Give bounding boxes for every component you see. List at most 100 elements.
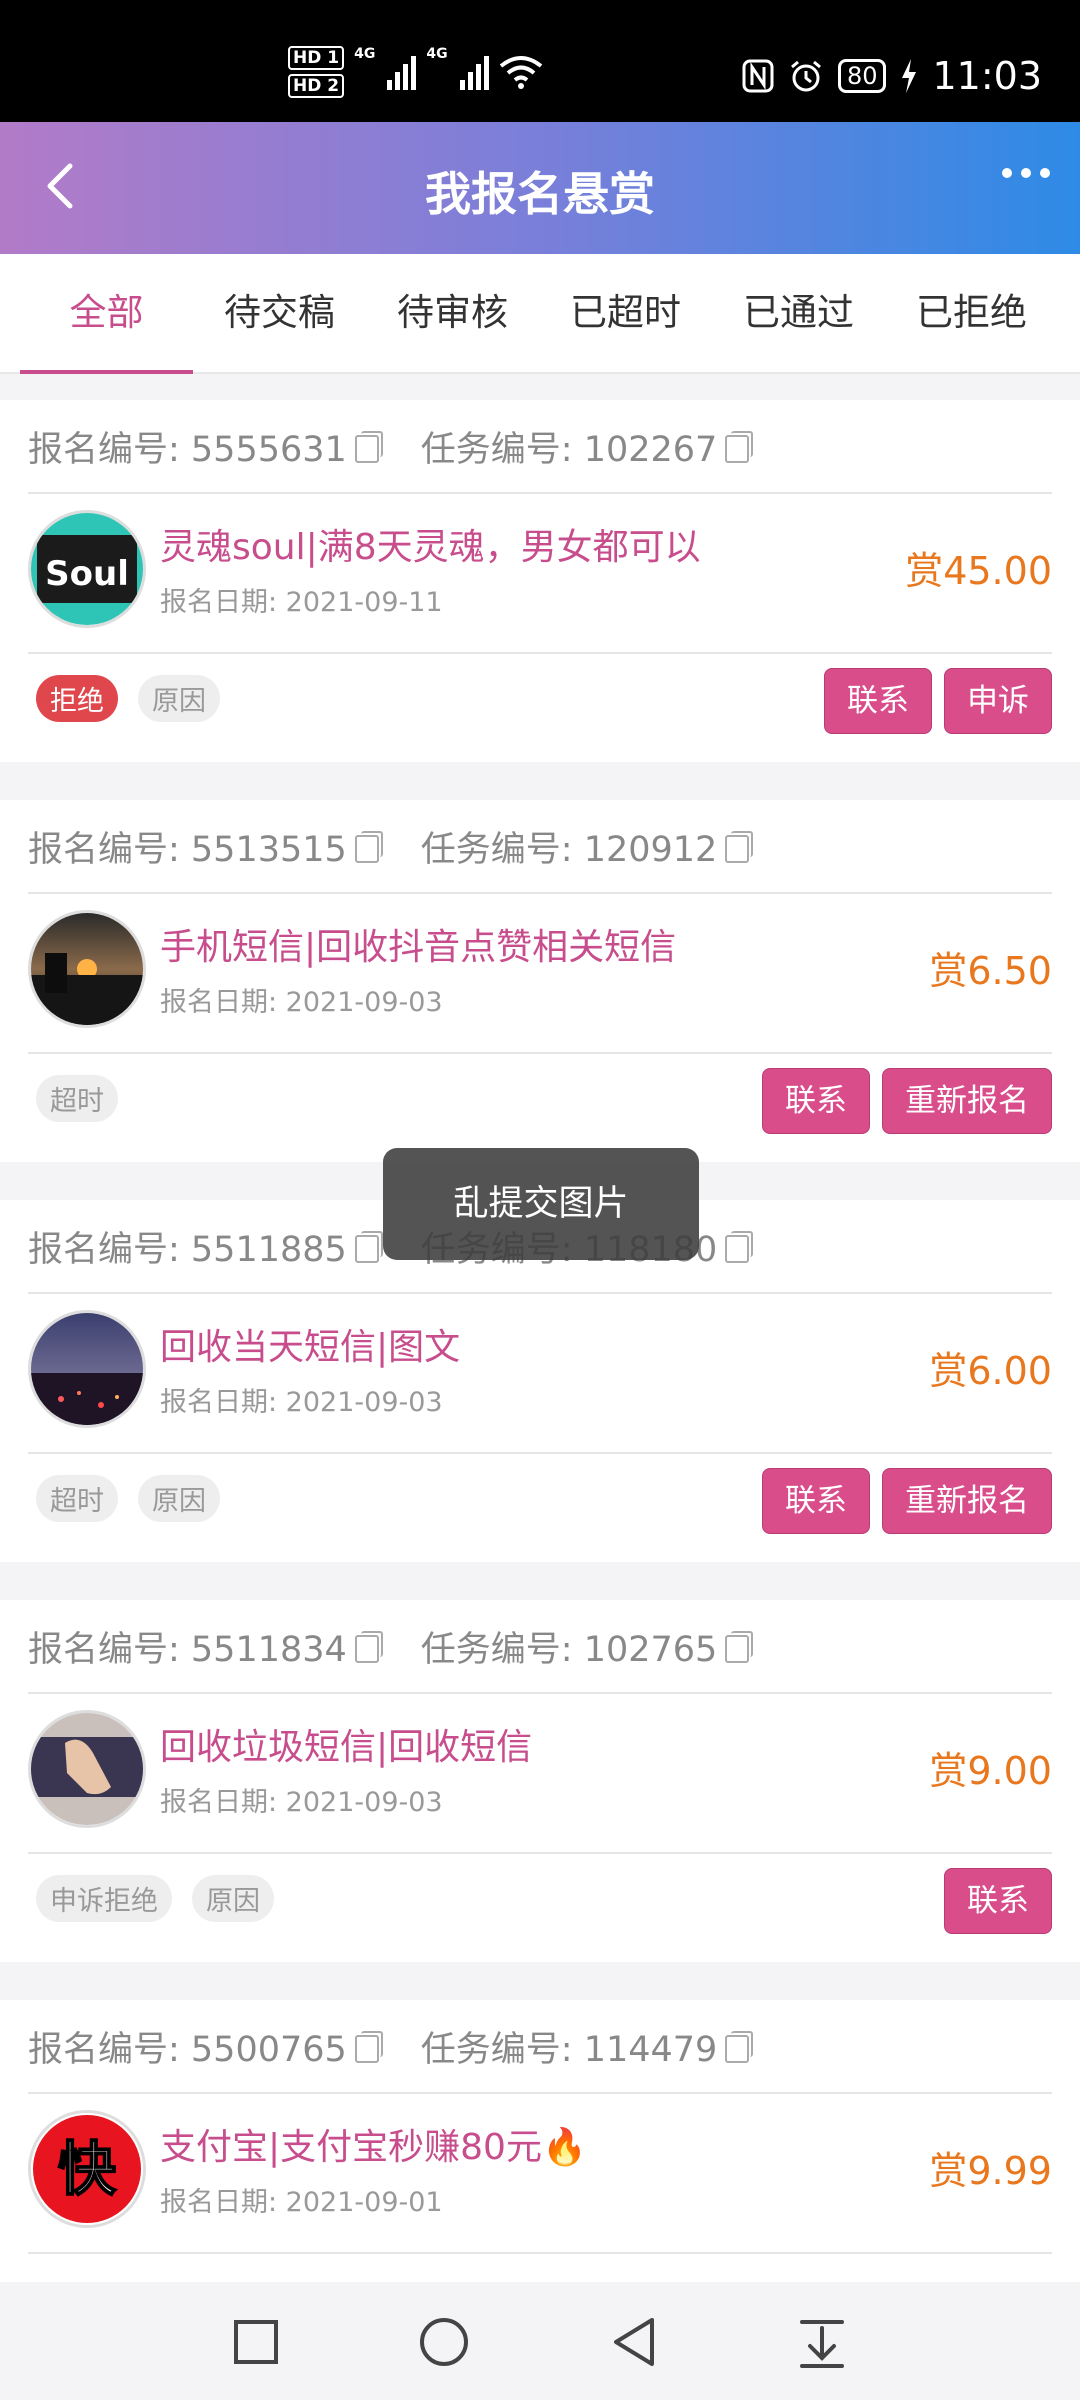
signup-number: 报名编号: 5511885 [28, 1229, 347, 1270]
status-tabs: 全部 待交稿 待审核 已超时 已通过 已拒绝 [0, 254, 1080, 374]
reward-amount: 赏9.99 [929, 2149, 1052, 2193]
signup-date: 报名日期: 2021-09-01 [160, 2187, 443, 2218]
copy-icon[interactable] [725, 831, 754, 863]
task-number: 任务编号: 114479 [420, 2029, 718, 2070]
divider [28, 892, 1052, 894]
reward-amount: 赏6.00 [929, 1349, 1052, 1393]
system-nav-bar [0, 2282, 1080, 2400]
tab-approved[interactable]: 已通过 [712, 254, 885, 372]
action-buttons: 联系 [944, 1868, 1052, 1934]
wifi-icon [499, 56, 542, 89]
night-city-photo-icon [31, 1313, 143, 1425]
tab-timeout[interactable]: 已超时 [539, 254, 712, 372]
task-number: 任务编号: 120912 [420, 829, 718, 870]
divider [28, 2252, 1052, 2254]
divider [28, 1052, 1052, 1054]
divider [28, 1452, 1052, 1454]
status-right: 80 11:03 [742, 54, 1042, 98]
notification-pull-down-icon[interactable] [792, 2312, 852, 2372]
signal-icon [387, 54, 417, 90]
copy-icon[interactable] [354, 1231, 383, 1263]
tab-pending-submit[interactable]: 待交稿 [193, 254, 366, 372]
tab-pending-review[interactable]: 待审核 [366, 254, 539, 372]
action-buttons: 联系 重新报名 [762, 1468, 1052, 1534]
tab-all[interactable]: 全部 [20, 254, 193, 374]
toast-message: 乱提交图片 [383, 1148, 699, 1260]
alarm-icon [790, 60, 821, 92]
status-badge: 超时 [36, 1475, 118, 1522]
task-title[interactable]: 灵魂soul|满8天灵魂，男女都可以 [160, 518, 701, 570]
signup-date: 报名日期: 2021-09-11 [160, 587, 443, 618]
divider [28, 652, 1052, 654]
task-card[interactable]: 报名编号: 5513515 任务编号: 120912 手机短信|回收抖音点赞相关… [0, 800, 1080, 1162]
back-icon[interactable] [604, 2312, 664, 2372]
network-type-1: 4G [354, 46, 376, 62]
recent-apps-icon[interactable] [226, 2312, 286, 2372]
network-type-2: 4G [426, 46, 448, 62]
copy-icon[interactable] [354, 1631, 383, 1663]
contact-button[interactable]: 联系 [762, 1468, 870, 1534]
id-row: 报名编号: 5511834 任务编号: 102765 [28, 1618, 754, 1674]
copy-icon[interactable] [354, 831, 383, 863]
copy-icon[interactable] [354, 431, 383, 463]
copy-icon[interactable] [725, 1231, 754, 1263]
id-row: 报名编号: 5555631 任务编号: 102267 [28, 418, 754, 474]
avatar: 快 [28, 2110, 146, 2228]
sunset-photo-icon [31, 913, 143, 1025]
home-icon[interactable] [414, 2312, 474, 2372]
divider [28, 492, 1052, 494]
copy-icon[interactable] [354, 2031, 383, 2063]
signup-number: 报名编号: 5511834 [28, 1629, 347, 1670]
contact-button[interactable]: 联系 [824, 668, 932, 734]
hd2-badge: HD 2 [288, 74, 345, 98]
avatar [28, 1710, 146, 1828]
tab-rejected[interactable]: 已拒绝 [885, 254, 1058, 372]
reason-tag[interactable]: 原因 [138, 1475, 220, 1522]
status-badge: 超时 [36, 1075, 118, 1122]
task-title[interactable]: 回收垃圾短信|回收短信 [160, 1718, 532, 1770]
contact-button[interactable]: 联系 [944, 1868, 1052, 1934]
resignup-button[interactable]: 重新报名 [882, 1068, 1052, 1134]
copy-icon[interactable] [725, 2031, 754, 2063]
copy-icon[interactable] [725, 1631, 754, 1663]
svg-text:快: 快 [58, 2135, 117, 2203]
reward-amount: 赏6.50 [929, 949, 1052, 993]
svg-text:Soul: Soul [45, 554, 129, 594]
resignup-button[interactable]: 重新报名 [882, 1468, 1052, 1534]
task-title[interactable]: 支付宝|支付宝秒赚80元🔥 [160, 2118, 587, 2170]
charging-icon [902, 59, 917, 93]
tag-row: 超时 [36, 1075, 118, 1122]
signup-date: 报名日期: 2021-09-03 [160, 987, 443, 1018]
signup-number: 报名编号: 5500765 [28, 2029, 347, 2070]
task-title[interactable]: 回收当天短信|图文 [160, 1318, 460, 1370]
status-bar: HD 1 HD 2 4G 4G 80 11:03 [0, 0, 1080, 122]
divider [28, 1852, 1052, 1854]
tag-row: 超时 原因 [36, 1475, 220, 1522]
contact-button[interactable]: 联系 [762, 1068, 870, 1134]
reason-tag[interactable]: 原因 [138, 675, 220, 722]
tag-row: 申诉拒绝 原因 [36, 1875, 274, 1922]
task-card[interactable]: 报名编号: 5555631 任务编号: 102267 Soul 灵魂soul|满… [0, 400, 1080, 762]
signup-date: 报名日期: 2021-09-03 [160, 1787, 443, 1818]
avatar: Soul [28, 510, 146, 628]
divider [28, 2092, 1052, 2094]
task-title[interactable]: 手机短信|回收抖音点赞相关短信 [160, 918, 676, 970]
app-header: 我报名悬赏 [0, 122, 1080, 254]
hd1-badge: HD 1 [288, 46, 345, 70]
status-badge: 拒绝 [36, 675, 118, 722]
task-card[interactable]: 报名编号: 5511834 任务编号: 102765 回收垃圾短信|回收短信 报… [0, 1600, 1080, 1962]
reason-tag[interactable]: 原因 [192, 1875, 274, 1922]
task-number: 任务编号: 102267 [420, 429, 718, 470]
status-badge: 申诉拒绝 [36, 1875, 172, 1922]
id-row: 报名编号: 5513515 任务编号: 120912 [28, 818, 754, 874]
avatar [28, 910, 146, 1028]
task-number: 任务编号: 102765 [420, 1629, 718, 1670]
signup-date: 报名日期: 2021-09-03 [160, 1387, 443, 1418]
soul-logo-icon: Soul [31, 513, 143, 625]
more-options-icon[interactable] [1002, 168, 1050, 178]
avatar [28, 1310, 146, 1428]
copy-icon[interactable] [725, 431, 754, 463]
appeal-button[interactable]: 申诉 [944, 668, 1052, 734]
hd-indicators: HD 1 HD 2 [288, 46, 345, 98]
signup-number: 报名编号: 5555631 [28, 429, 347, 470]
